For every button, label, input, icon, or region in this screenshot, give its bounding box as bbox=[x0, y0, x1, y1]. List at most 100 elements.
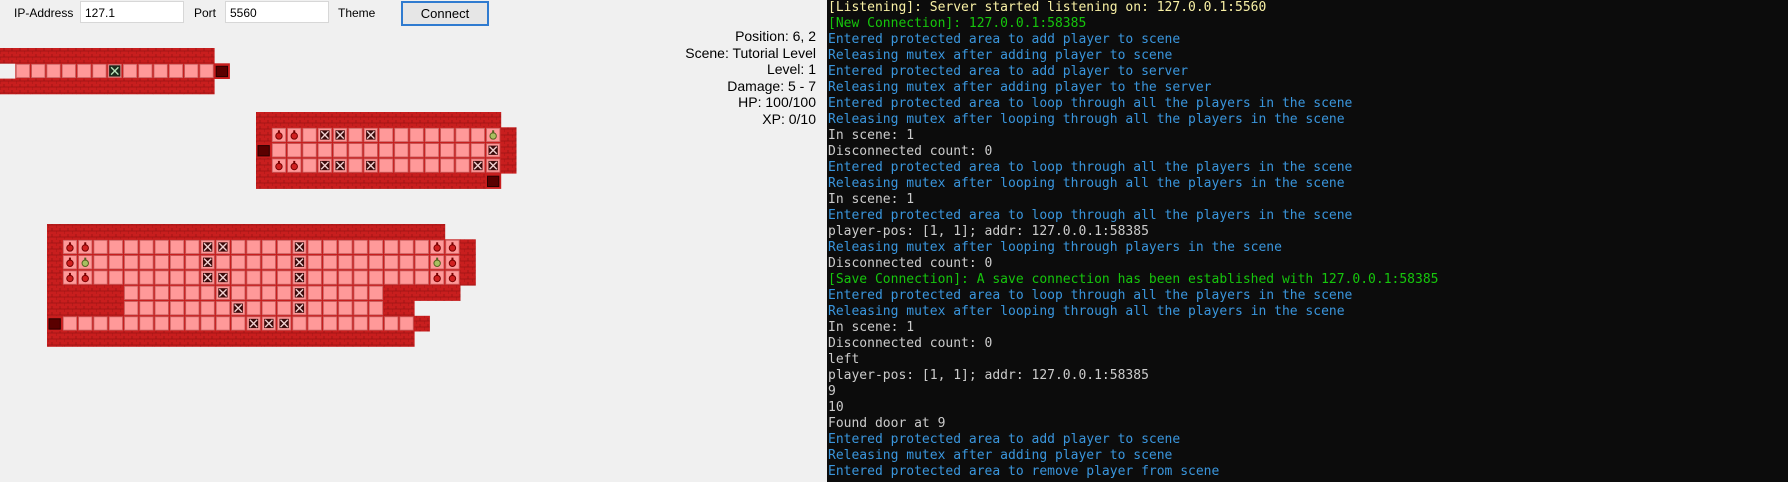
enemy-tile bbox=[291, 269, 308, 286]
wall-tile bbox=[261, 224, 277, 240]
enemy-tile bbox=[215, 285, 231, 301]
game-client-window: IP-Address 127.1 Port 5560 Theme Connect… bbox=[0, 0, 826, 482]
wall-tile bbox=[276, 331, 293, 347]
wall-tile bbox=[122, 78, 139, 95]
floor-tile bbox=[383, 254, 400, 271]
floor-tile bbox=[15, 63, 31, 79]
floor-tile bbox=[414, 254, 430, 271]
wall-tile bbox=[107, 78, 123, 95]
enemy-tile bbox=[485, 142, 502, 159]
enemy-tile bbox=[291, 239, 308, 255]
wall-tile bbox=[62, 224, 78, 240]
wall-tile bbox=[76, 48, 93, 64]
wall-tile bbox=[123, 331, 140, 347]
floor-tile bbox=[398, 239, 415, 255]
wall-tile bbox=[470, 173, 486, 189]
floor-tile bbox=[383, 239, 400, 255]
floor-tile bbox=[353, 285, 369, 301]
wall-tile bbox=[286, 173, 303, 189]
wall-tile bbox=[500, 127, 517, 143]
health-potion-tile bbox=[444, 239, 461, 255]
floor-tile bbox=[470, 142, 486, 159]
floor-tile bbox=[169, 285, 186, 301]
wall-tile bbox=[429, 224, 446, 240]
floor-tile bbox=[409, 142, 425, 159]
enemy-tile bbox=[291, 285, 308, 301]
floor-tile bbox=[439, 157, 456, 174]
enemy-tile bbox=[245, 315, 262, 332]
wall-tile bbox=[47, 331, 63, 347]
floor-tile bbox=[291, 315, 308, 332]
wall-tile bbox=[245, 224, 262, 240]
door-tile bbox=[214, 63, 230, 79]
floor-tile bbox=[398, 269, 415, 286]
floor-tile bbox=[353, 254, 369, 271]
floor-tile bbox=[245, 285, 262, 301]
floor-tile bbox=[322, 285, 339, 301]
wall-tile bbox=[123, 224, 140, 240]
floor-tile bbox=[307, 239, 323, 255]
wall-tile bbox=[45, 48, 62, 64]
wall-tile bbox=[61, 48, 77, 64]
wall-tile bbox=[62, 331, 78, 347]
floor-tile bbox=[261, 300, 277, 317]
wall-tile bbox=[332, 173, 349, 189]
floor-tile bbox=[378, 157, 395, 174]
wall-tile bbox=[414, 285, 430, 301]
wall-tile bbox=[398, 224, 415, 240]
wall-tile bbox=[183, 48, 200, 64]
console-line: Releasing mutex after looping through al… bbox=[828, 304, 1345, 319]
floor-tile bbox=[347, 127, 364, 143]
floor-tile bbox=[363, 142, 379, 159]
floor-tile bbox=[322, 239, 339, 255]
health-potion-tile bbox=[271, 127, 287, 143]
wall-tile bbox=[77, 285, 94, 301]
floor-tile bbox=[92, 254, 109, 271]
enemy-tile bbox=[317, 157, 333, 174]
wall-tile bbox=[138, 331, 155, 347]
floor-tile bbox=[169, 315, 186, 332]
wall-tile bbox=[62, 285, 78, 301]
wall-tile bbox=[301, 112, 318, 128]
wall-tile bbox=[76, 78, 93, 95]
wall-tile bbox=[424, 112, 440, 128]
wall-tile bbox=[92, 300, 109, 317]
wall-tile bbox=[398, 300, 415, 317]
floor-tile bbox=[230, 315, 247, 332]
floor-tile bbox=[184, 239, 201, 255]
wall-tile bbox=[460, 269, 476, 286]
floor-tile bbox=[261, 239, 277, 255]
wall-tile bbox=[47, 269, 63, 286]
floor-tile bbox=[332, 142, 349, 159]
wall-tile bbox=[271, 173, 287, 189]
player-tile bbox=[107, 63, 123, 79]
floor-tile bbox=[322, 269, 339, 286]
room-2 bbox=[256, 112, 517, 189]
wall-tile bbox=[363, 112, 379, 128]
wall-tile bbox=[424, 173, 440, 189]
floor-tile bbox=[138, 239, 155, 255]
floor-tile bbox=[347, 157, 364, 174]
door-tile bbox=[47, 315, 63, 332]
floor-tile bbox=[337, 285, 354, 301]
floor-tile bbox=[123, 285, 140, 301]
wall-tile bbox=[307, 224, 323, 240]
floor-tile bbox=[414, 269, 430, 286]
floor-tile bbox=[123, 269, 140, 286]
floor-tile bbox=[353, 315, 369, 332]
wall-tile bbox=[317, 173, 333, 189]
wall-tile bbox=[138, 224, 155, 240]
console-line: player-pos: [1, 1]; addr: 127.0.0.1:5838… bbox=[828, 224, 1149, 239]
console-line: 10 bbox=[828, 400, 844, 415]
health-potion-tile bbox=[77, 269, 94, 286]
door-tile bbox=[256, 142, 272, 159]
floor-tile bbox=[353, 269, 369, 286]
floor-tile bbox=[307, 254, 323, 271]
wall-tile bbox=[47, 239, 63, 255]
floor-tile bbox=[424, 142, 440, 159]
floor-tile bbox=[301, 142, 318, 159]
floor-tile bbox=[301, 127, 318, 143]
wall-tile bbox=[378, 112, 395, 128]
wall-tile bbox=[470, 112, 486, 128]
console-line: Releasing mutex after adding player to t… bbox=[828, 80, 1212, 95]
